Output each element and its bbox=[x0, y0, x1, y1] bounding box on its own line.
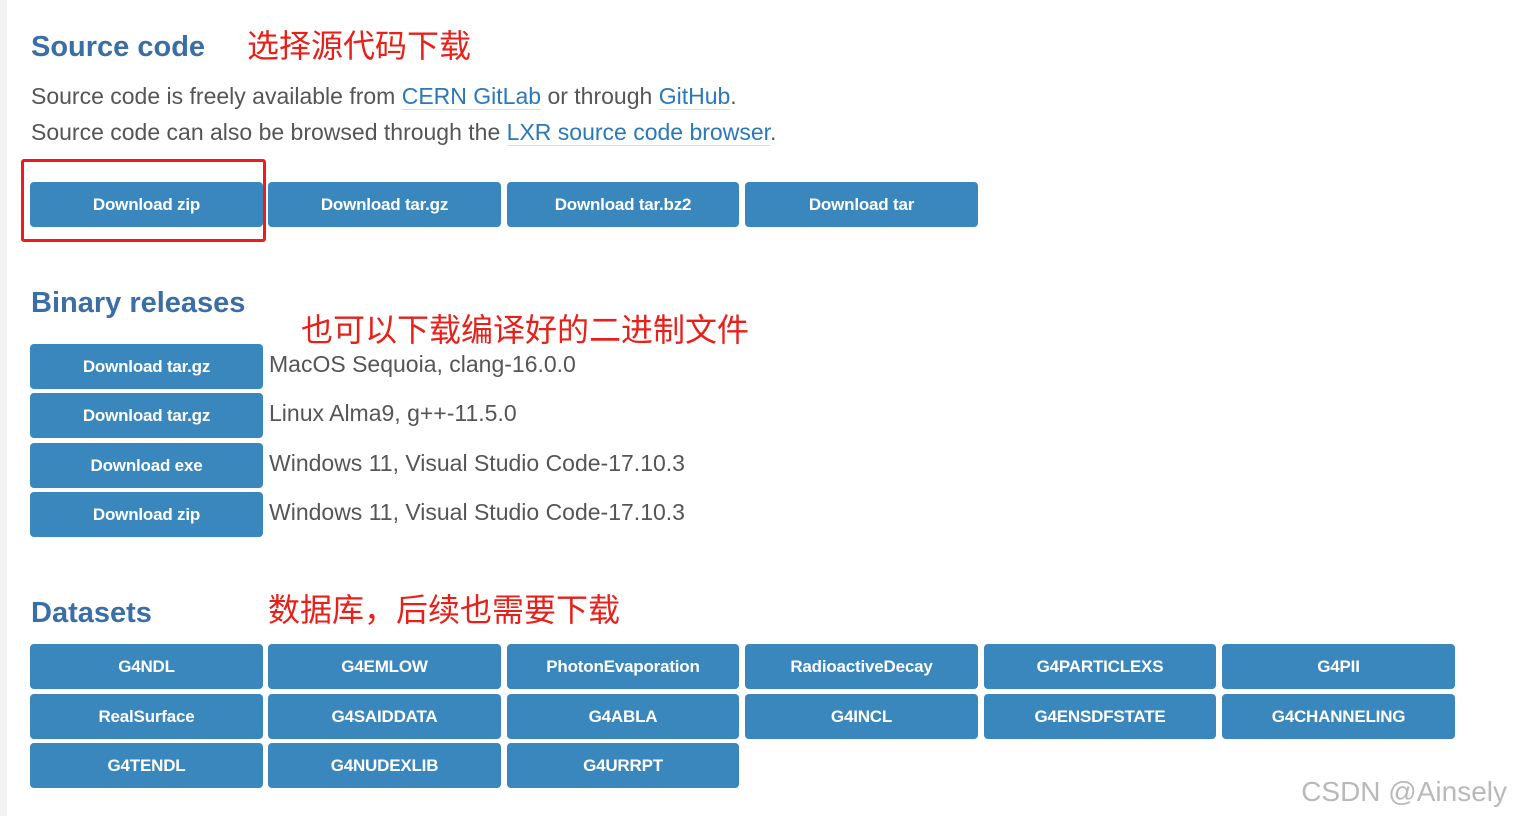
source-line-2: Source code can also be browsed through … bbox=[31, 117, 776, 147]
download-tarbz2-button[interactable]: Download tar.bz2 bbox=[507, 182, 739, 227]
dataset-g4saiddata-button[interactable]: G4SAIDDATA bbox=[268, 694, 501, 739]
download-targz-button[interactable]: Download tar.gz bbox=[268, 182, 501, 227]
csdn-watermark: CSDN @Ainsely bbox=[1301, 776, 1507, 807]
datasets-annotation: 数据库，后续也需要下载 bbox=[268, 591, 621, 629]
source-line-1-text-b: or through bbox=[541, 83, 659, 109]
dataset-g4channeling-button[interactable]: G4CHANNELING bbox=[1222, 694, 1455, 739]
dataset-g4urrpt-button[interactable]: G4URRPT bbox=[507, 743, 739, 788]
binary-macos-download-button[interactable]: Download tar.gz bbox=[30, 344, 263, 389]
dataset-g4ensdfstate-button[interactable]: G4ENSDFSTATE bbox=[984, 694, 1216, 739]
binary-windows-exe-label: Windows 11, Visual Studio Code-17.10.3 bbox=[269, 450, 685, 476]
binary-windows-zip-button[interactable]: Download zip bbox=[30, 492, 263, 537]
dataset-photonevaporation-button[interactable]: PhotonEvaporation bbox=[507, 644, 739, 689]
dataset-g4particlexs-button[interactable]: G4PARTICLEXS bbox=[984, 644, 1216, 689]
binary-windows-exe-button[interactable]: Download exe bbox=[30, 443, 263, 488]
binary-releases-heading: Binary releases bbox=[31, 287, 246, 319]
dataset-g4abla-button[interactable]: G4ABLA bbox=[507, 694, 739, 739]
dataset-g4emlow-button[interactable]: G4EMLOW bbox=[268, 644, 501, 689]
binary-windows-zip-label: Windows 11, Visual Studio Code-17.10.3 bbox=[269, 499, 685, 525]
left-border bbox=[0, 0, 7, 816]
cern-gitlab-link[interactable]: CERN GitLab bbox=[401, 83, 542, 110]
lxr-browser-link[interactable]: LXR source code browser bbox=[506, 119, 771, 146]
dataset-g4tendl-button[interactable]: G4TENDL bbox=[30, 743, 263, 788]
dataset-g4ndl-button[interactable]: G4NDL bbox=[30, 644, 263, 689]
source-line-1-text-c: . bbox=[730, 83, 737, 109]
source-line-1: Source code is freely available from CER… bbox=[31, 81, 737, 111]
dataset-realsurface-button[interactable]: RealSurface bbox=[30, 694, 263, 739]
binary-annotation: 也可以下载编译好的二进制文件 bbox=[301, 311, 750, 349]
binary-linux-download-button[interactable]: Download tar.gz bbox=[30, 393, 263, 438]
source-line-2-text-b: . bbox=[770, 119, 777, 145]
page: Source code 选择源代码下载 Source code is freel… bbox=[0, 0, 1513, 816]
dataset-radioactivedecay-button[interactable]: RadioactiveDecay bbox=[745, 644, 978, 689]
source-code-heading: Source code bbox=[31, 31, 206, 63]
source-line-1-text-a: Source code is freely available from bbox=[31, 83, 402, 109]
github-link[interactable]: GitHub bbox=[658, 83, 731, 110]
dataset-g4incl-button[interactable]: G4INCL bbox=[745, 694, 978, 739]
highlight-annotation-box bbox=[21, 159, 266, 242]
dataset-g4pii-button[interactable]: G4PII bbox=[1222, 644, 1455, 689]
dataset-g4nudexlib-button[interactable]: G4NUDEXLIB bbox=[268, 743, 501, 788]
datasets-heading: Datasets bbox=[31, 597, 152, 629]
source-line-2-text-a: Source code can also be browsed through … bbox=[31, 119, 507, 145]
binary-linux-label: Linux Alma9, g++-11.5.0 bbox=[269, 400, 517, 426]
download-tar-button[interactable]: Download tar bbox=[745, 182, 978, 227]
source-annotation: 选择源代码下载 bbox=[247, 27, 472, 65]
binary-macos-label: MacOS Sequoia, clang-16.0.0 bbox=[269, 351, 576, 377]
